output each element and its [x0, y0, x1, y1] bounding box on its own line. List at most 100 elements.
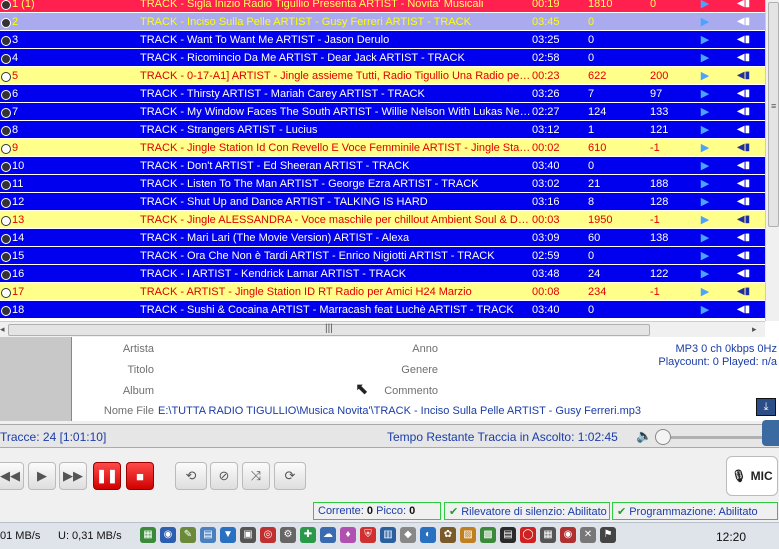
tray-app-icon[interactable]: ✿	[440, 527, 456, 543]
repeat-one-button[interactable]: ⟲	[175, 462, 207, 490]
horizontal-scrollbar[interactable]: ◂ ||| ▸	[0, 321, 765, 337]
tray-app-icon[interactable]: ▼	[220, 527, 236, 543]
mic-button[interactable]: 🎙 MIC	[726, 456, 778, 496]
tray-app-icon[interactable]: ♦	[340, 527, 356, 543]
playlist-grid[interactable]: 1 (1) TRACK - Sigla Inizio Radio Tigullio…	[0, 0, 779, 337]
row-play-icon[interactable]: ▶	[688, 285, 722, 298]
row-play-icon[interactable]: ▶	[688, 15, 722, 28]
speaker-muted-icon[interactable]: ✕	[580, 527, 596, 543]
playlist-row[interactable]: 3 TRACK - Want To Want Me ARTIST - Jason …	[0, 31, 765, 49]
tray-app-icon[interactable]: ✎	[180, 527, 196, 543]
tray-app-icon[interactable]: ▣	[240, 527, 256, 543]
row-play-icon[interactable]: ▶	[688, 177, 722, 190]
playlist-row[interactable]: 5 TRACK - 0-17-A1] ARTIST - Jingle assiem…	[0, 67, 765, 85]
tray-app-icon[interactable]: ⚙	[280, 527, 296, 543]
repeat-button[interactable]: ⟳	[274, 462, 306, 490]
row-play-icon[interactable]: ▶	[688, 213, 722, 226]
shuffle-button[interactable]: ⤨	[242, 462, 270, 490]
row-play-icon[interactable]: ▶	[688, 51, 722, 64]
playlist-row[interactable]: 10 TRACK - Don't ARTIST - Ed Sheeran ARTI…	[0, 157, 765, 175]
tray-app-icon[interactable]: ◉	[560, 527, 576, 543]
row-speaker-icon[interactable]: ◀▮	[722, 268, 765, 279]
tray-app-icon[interactable]: ◆	[400, 527, 416, 543]
tray-app-icon[interactable]: ▥	[380, 527, 396, 543]
row-play-icon[interactable]: ▶	[688, 33, 722, 46]
row-speaker-icon[interactable]: ◀▮	[722, 178, 765, 189]
row-play-icon[interactable]: ▶	[688, 267, 722, 280]
tray-app-icon[interactable]: ⛨	[360, 527, 376, 543]
row-speaker-icon[interactable]: ◀▮	[722, 160, 765, 171]
flag-icon[interactable]: ⚑	[600, 527, 616, 543]
vertical-scrollbar[interactable]: ≡	[765, 0, 779, 321]
playlist-row[interactable]: 16 TRACK - I ARTIST - Kendrick Lamar ARTI…	[0, 265, 765, 283]
playlist-row[interactable]: 9 TRACK - Jingle Station Id Con Revello E…	[0, 139, 765, 157]
tray-app-icon[interactable]: ▦	[540, 527, 556, 543]
row-play-icon[interactable]: ▶	[688, 69, 722, 82]
horizontal-scrollbar-thumb[interactable]: |||	[8, 323, 650, 336]
tray-app-icon[interactable]: ◎	[260, 527, 276, 543]
tray-app-icon[interactable]: ▨	[460, 527, 476, 543]
side-panel-tab[interactable]	[762, 420, 779, 446]
row-speaker-icon[interactable]: ◀▮	[722, 88, 765, 99]
volume-slider[interactable]	[662, 436, 772, 439]
scroll-right-icon[interactable]: ▸	[752, 324, 757, 335]
row-speaker-icon[interactable]: ◀▮	[722, 124, 765, 135]
row-play-icon[interactable]: ▶	[688, 141, 722, 154]
volume-slider-knob[interactable]	[655, 429, 671, 445]
row-play-icon[interactable]: ▶	[688, 0, 722, 10]
rewind-button[interactable]: ◀◀	[0, 462, 24, 490]
row-speaker-icon[interactable]: ◀▮	[722, 52, 765, 63]
row-speaker-icon[interactable]: ◀▮	[722, 34, 765, 45]
fast-forward-button[interactable]: ▶▶	[59, 462, 87, 490]
playlist-row[interactable]: 1 (1) TRACK - Sigla Inizio Radio Tigullio…	[0, 0, 765, 13]
row-speaker-icon[interactable]: ◀▮	[722, 304, 765, 315]
silence-detector-status[interactable]: ✔ Rilevatore di silenzio: Abilitato	[444, 502, 610, 520]
pause-button[interactable]: ❚❚	[93, 462, 121, 490]
row-speaker-icon[interactable]: ◀▮	[722, 250, 765, 261]
vertical-scrollbar-thumb[interactable]: ≡	[768, 2, 779, 227]
row-play-icon[interactable]: ▶	[688, 249, 722, 262]
row-speaker-icon[interactable]: ◀▮	[722, 0, 765, 9]
row-play-icon[interactable]: ▶	[688, 87, 722, 100]
row-speaker-icon[interactable]: ◀▮	[722, 214, 765, 225]
row-play-icon[interactable]: ▶	[688, 231, 722, 244]
playlist-row[interactable]: 18 TRACK - Sushi & Cocaina ARTIST - Marra…	[0, 301, 765, 319]
taskbar-clock[interactable]: 12:20	[716, 530, 746, 544]
playlist-row[interactable]: 14 TRACK - Mari Lari (The Movie Version) …	[0, 229, 765, 247]
tray-app-icon[interactable]: ◉	[160, 527, 176, 543]
row-play-icon[interactable]: ▶	[688, 195, 722, 208]
playlist-row[interactable]: 12 TRACK - Shut Up and Dance ARTIST - TAL…	[0, 193, 765, 211]
row-speaker-icon[interactable]: ◀▮	[722, 142, 765, 153]
tray-app-icon[interactable]: ▤	[500, 527, 516, 543]
playlist-row[interactable]: 6 TRACK - Thirsty ARTIST - Mariah Carey A…	[0, 85, 765, 103]
playlist-row[interactable]: 8 TRACK - Strangers ARTIST - Lucius 03:12 1…	[0, 121, 765, 139]
playlist-row[interactable]: 15 TRACK - Ora Che Non è Tardi ARTIST - E…	[0, 247, 765, 265]
playlist-row[interactable]: 13 TRACK - Jingle ALESSANDRA - Voce masch…	[0, 211, 765, 229]
block-button[interactable]: ⊘	[210, 462, 238, 490]
stop-button[interactable]: ■	[126, 462, 154, 490]
tray-app-icon[interactable]: ▩	[480, 527, 496, 543]
row-play-icon[interactable]: ▶	[688, 105, 722, 118]
tray-app-icon[interactable]: ▦	[140, 527, 156, 543]
playlist-row[interactable]: 4 TRACK - Ricomincio Da Me ARTIST - Dear …	[0, 49, 765, 67]
row-speaker-icon[interactable]: ◀▮	[722, 196, 765, 207]
tray-app-icon[interactable]: ◐	[420, 527, 436, 543]
playlist-row[interactable]: 11 TRACK - Listen To The Man ARTIST - Geo…	[0, 175, 765, 193]
scheduling-status[interactable]: ✔ Programmazione: Abilitato	[612, 502, 778, 520]
playlist-row[interactable]: 17 TRACK - ARTIST - Jingle Station ID RT …	[0, 283, 765, 301]
row-speaker-icon[interactable]: ◀▮	[722, 232, 765, 243]
row-speaker-icon[interactable]: ◀▮	[722, 106, 765, 117]
row-speaker-icon[interactable]: ◀▮	[722, 286, 765, 297]
row-play-icon[interactable]: ▶	[688, 159, 722, 172]
scroll-left-icon[interactable]: ◂	[0, 324, 5, 335]
row-play-icon[interactable]: ▶	[688, 123, 722, 136]
row-play-icon[interactable]: ▶	[688, 303, 722, 316]
tray-app-icon[interactable]: ▤	[200, 527, 216, 543]
tray-app-icon[interactable]: ◯	[520, 527, 536, 543]
row-speaker-icon[interactable]: ◀▮	[722, 70, 765, 81]
tray-app-icon[interactable]: ☁	[320, 527, 336, 543]
download-icon[interactable]: ⤓	[756, 398, 776, 416]
volume-icon[interactable]: 🔈	[636, 428, 652, 444]
row-speaker-icon[interactable]: ◀▮	[722, 16, 765, 27]
playlist-row[interactable]: 7 TRACK - My Window Faces The South ARTIS…	[0, 103, 765, 121]
